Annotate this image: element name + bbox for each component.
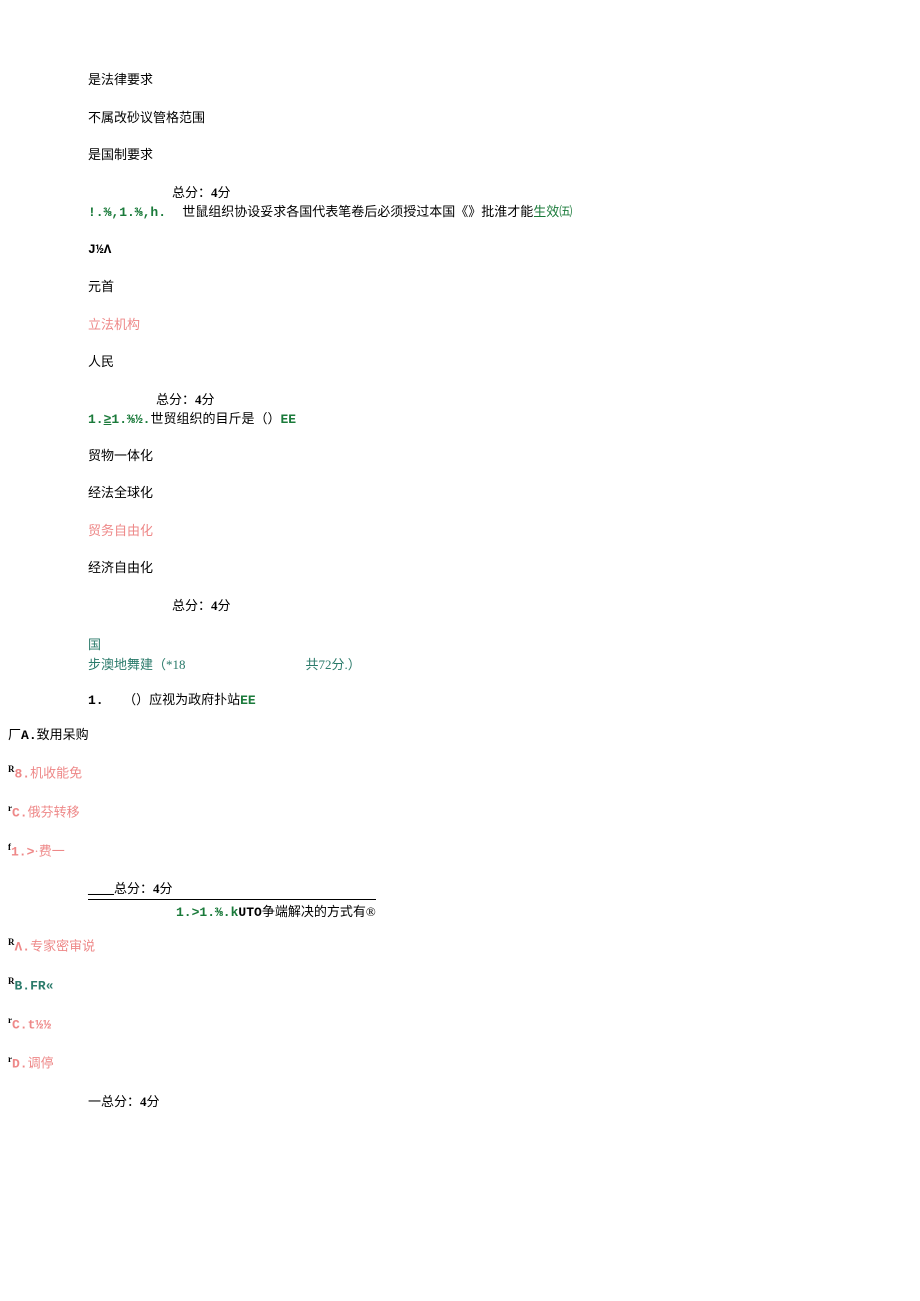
q3-option-c: 贸务自由化 (0, 521, 920, 541)
q2-option-b: 立法机构 (0, 315, 920, 335)
q4-option-a-pre: 厂 (8, 727, 21, 742)
section-line2-b: 共72分.） (306, 657, 361, 672)
q2-option-a: 元首 (0, 277, 920, 297)
section-line1-text: 国 (88, 637, 101, 652)
q3-option-d-text: 经济自由化 (88, 560, 153, 575)
q5-score-label: 总分： (101, 1094, 140, 1109)
q4-option-a[interactable]: 厂A.致用呆购 (0, 725, 920, 746)
q3-stem-line: 1.≥1.⅜½.世贸组织的目斤是（）EE (0, 409, 920, 430)
q4-score-suffix: 分 (160, 881, 173, 896)
q4-stem-line: 1. （）应视为政府扑站EE (0, 690, 920, 711)
q1-option-c-text: 是国制要求 (88, 147, 153, 162)
q4-score-pre: ____ (88, 881, 114, 896)
q4-option-b-label: 8. (15, 766, 31, 781)
q5-option-c-label: C. (12, 1017, 28, 1032)
q3-option-b: 经法全球化 (0, 483, 920, 503)
q5-option-d-text: 调停 (28, 1055, 54, 1070)
q1-score-line: 总分：4分 (0, 183, 920, 203)
q5-option-a[interactable]: RΛ.专家密审说 (0, 936, 920, 957)
q2-number: !.⅜,1.⅜,h. (88, 205, 166, 220)
q3-option-a-text: 贸物一体化 (88, 448, 153, 463)
q4-option-d-text: ·费一 (34, 843, 64, 858)
q2-score-label: 总分： (156, 392, 195, 407)
q5-option-a-text: 专家密审说 (30, 939, 95, 954)
q3-number-c: 1.⅜½. (111, 412, 150, 427)
q4-option-b[interactable]: R8.机收能免 (0, 763, 920, 784)
q2-option-b-text: 立法机构 (88, 317, 140, 332)
q5-score-pre: 一 (88, 1094, 101, 1109)
q1-score-suffix: 分 (218, 185, 231, 200)
q5-number: 1.>1.⅜.k (176, 905, 238, 920)
q3-score-suffix: 分 (218, 598, 231, 613)
q4-score-line: ____总分：4分 (0, 879, 920, 899)
q3-number-a: 1. (88, 412, 104, 427)
q4-option-b-text: 机收能免 (30, 765, 82, 780)
q5-option-b[interactable]: RB.FR« (0, 975, 920, 996)
q1-score-label: 总分： (172, 185, 211, 200)
section-line2-a: 步澳地舞建（*18 (88, 657, 186, 672)
q4-option-d[interactable]: f1.>·费一 (0, 841, 920, 862)
q5-score-suffix: 分 (147, 1094, 160, 1109)
q4-stem-a: （）应视为政府扑站 (123, 692, 240, 707)
q3-option-b-text: 经法全球化 (88, 485, 153, 500)
q4-option-c-text: 俄芬转移 (28, 804, 80, 819)
q1-option-a: 是法律要求 (0, 70, 920, 90)
q5-option-a-label: Λ. (15, 940, 31, 955)
q5-option-d-label: D. (12, 1056, 28, 1071)
q5-option-d[interactable]: rD.调停 (0, 1053, 920, 1074)
q4-number: 1. (88, 693, 104, 708)
q4-option-a-label: A. (21, 728, 37, 743)
q3-option-c-text: 贸务自由化 (88, 523, 153, 538)
q4-option-c-label: C. (12, 805, 28, 820)
q2-option-c-text: 人民 (88, 354, 114, 369)
q5-option-c[interactable]: rC.t½½ (0, 1014, 920, 1035)
q5-option-c-text: t½½ (28, 1017, 51, 1032)
q5-stem-a: UTO (238, 905, 261, 920)
q1-option-c: 是国制要求 (0, 145, 920, 165)
q3-stem-suffix: EE (280, 412, 296, 427)
q4-option-d-label: 1.> (11, 844, 34, 859)
q4-stem-b: EE (240, 693, 256, 708)
q2-option-a-text: 元首 (88, 279, 114, 294)
q3-option-d: 经济自由化 (0, 558, 920, 578)
q2-code: J½Λ (0, 239, 920, 260)
q3-score-line: 总分：4分 (0, 596, 920, 616)
q4-option-a-text: 致用呆购 (37, 727, 89, 742)
q1-option-b-text: 不属改砂议管格范围 (88, 110, 205, 125)
q3-stem: 世贸组织的目斤是（） (150, 411, 280, 426)
q2-stem-b: 生效㈤ (533, 204, 572, 219)
q5-score-line: 一总分：4分 (0, 1092, 920, 1112)
q2-score-suffix: 分 (202, 392, 215, 407)
q2-score-line: 总分：4分 (0, 390, 920, 410)
q3-score-label: 总分： (172, 598, 211, 613)
q5-stem-b: 争端解决的方式有® (262, 904, 376, 919)
q4-score-label: 总分： (114, 881, 153, 896)
section-line2: 步澳地舞建（*18 共72分.） (0, 655, 920, 675)
q3-option-a: 贸物一体化 (0, 446, 920, 466)
q2-option-c: 人民 (0, 352, 920, 372)
q4-option-c[interactable]: rC.俄芬转移 (0, 802, 920, 823)
q2-stem-a: 世鼠组织协设妥求各国代表笔卷后必须授过本国《》批淮才能 (182, 204, 533, 219)
q2-stem-line: !.⅜,1.⅜,h. 世鼠组织协设妥求各国代表笔卷后必须授过本国《》批淮才能生效… (0, 202, 920, 223)
section-line1: 国 (0, 635, 920, 655)
q2-code-text: J½Λ (88, 242, 111, 257)
q1-option-a-text: 是法律要求 (88, 72, 153, 87)
q1-option-b: 不属改砂议管格范围 (0, 108, 920, 128)
q5-stem-line: 1.>1.⅜.kUTO争端解决的方式有® (88, 899, 376, 923)
q5-option-b-label: B.FR« (15, 979, 54, 994)
